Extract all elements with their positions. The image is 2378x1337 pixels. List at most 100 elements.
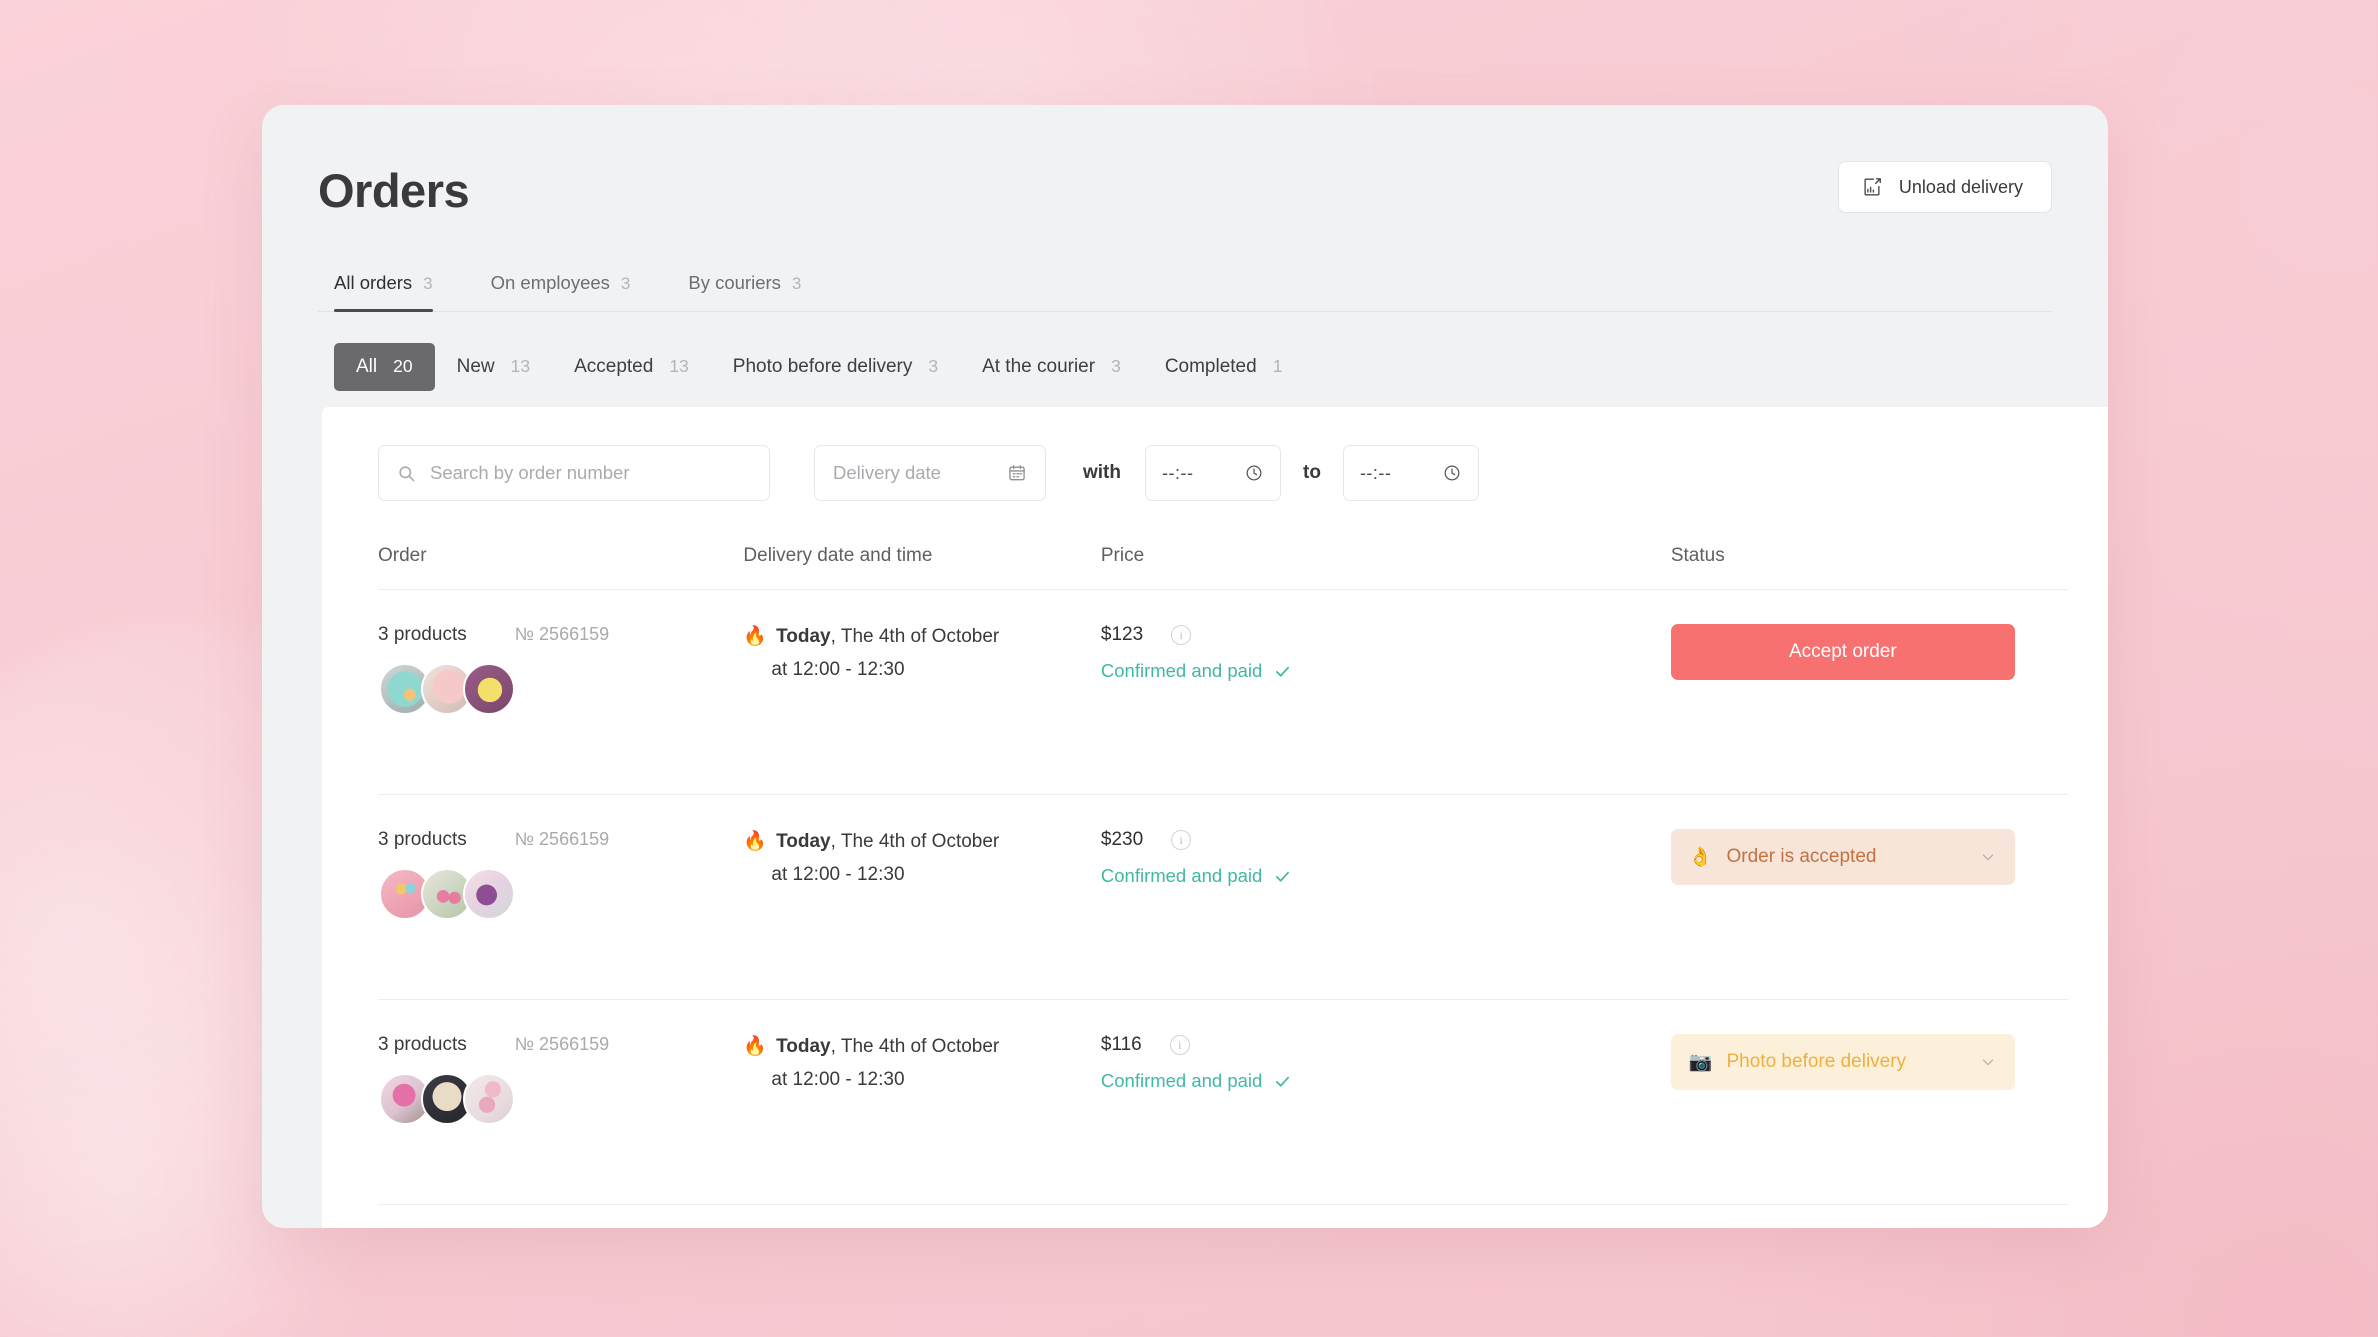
price-value: $230 [1100, 829, 1144, 850]
chip-accepted[interactable]: Accepted 13 [552, 343, 711, 391]
info-icon[interactable]: i [1169, 1035, 1190, 1055]
search-field[interactable] [378, 445, 770, 501]
time-to-value: --:-- [1359, 462, 1392, 483]
avatar[interactable] [463, 663, 515, 715]
export-document-icon [1861, 176, 1883, 198]
tab-all-orders[interactable]: All orders 3 [334, 272, 433, 312]
column-header-price: Price [1100, 545, 1145, 566]
delivery-time: at 12:00 - 12:30 [771, 1069, 905, 1090]
delivery-cell: 🔥 Today, The 4th of October at 12:00 - 1… [743, 624, 1100, 681]
order-number: № 2566159 [514, 829, 610, 849]
clock-icon[interactable] [1442, 463, 1462, 483]
chip-all-count: 20 [393, 356, 413, 376]
payment-status: Confirmed and paid [1101, 865, 1671, 887]
search-input[interactable] [430, 462, 751, 484]
avatar[interactable] [463, 1073, 515, 1125]
delivery-date-line: 🔥 Today, The 4th of October [743, 829, 1100, 853]
order-head: 3 products № 2566159 [378, 624, 743, 646]
status-cell: 👌 Order is accepted [1670, 829, 2068, 885]
order-cell: 3 products № 2566159 [378, 829, 743, 920]
order-head: 3 products № 2566159 [378, 829, 743, 851]
unload-delivery-button[interactable]: Unload delivery [1837, 161, 2052, 213]
order-products-count: 3 products [378, 829, 467, 850]
tab-by-couriers[interactable]: By couriers 3 [688, 272, 801, 311]
table-row[interactable]: 3 products № 2566159 🔥 Today, The 4th of… [378, 795, 2068, 1000]
price-cell: $123 i Confirmed and paid [1101, 624, 1671, 682]
fire-icon: 🔥 [743, 626, 768, 647]
time-to-field[interactable]: --:-- [1342, 445, 1479, 501]
table-header-row: Order Delivery date and time Price Statu… [378, 531, 2068, 590]
chip-at-the-courier-count: 3 [1111, 356, 1121, 376]
price-value: $116 [1100, 1034, 1142, 1055]
tab-by-couriers-label: By couriers [688, 272, 781, 293]
tabs-bar: All orders 3 On employees 3 By couriers … [318, 272, 2052, 312]
product-avatars[interactable] [378, 868, 743, 920]
delivery-day: Today [776, 1036, 831, 1057]
delivery-day: Today [776, 831, 831, 852]
delivery-time: at 12:00 - 12:30 [771, 659, 905, 680]
tab-by-couriers-count: 3 [791, 274, 802, 293]
chip-at-the-courier[interactable]: At the courier 3 [960, 343, 1143, 391]
chevron-down-icon[interactable] [1979, 1053, 1997, 1071]
chevron-down-icon[interactable] [1979, 848, 1997, 866]
orders-table: Order Delivery date and time Price Statu… [378, 531, 2068, 1205]
status-filter-chips: All 20 New 13 Accepted 13 Photo before d… [318, 343, 2052, 391]
fire-icon: 🔥 [743, 831, 768, 852]
tab-on-employees-count: 3 [620, 274, 631, 293]
time-from-value: --:-- [1162, 462, 1194, 483]
price-cell: $230 i Confirmed and paid [1101, 829, 1671, 887]
order-products-count: 3 products [378, 624, 467, 645]
status-dropdown-order-accepted[interactable]: 👌 Order is accepted [1670, 829, 2015, 885]
delivery-date: , The 4th of October [830, 626, 1000, 647]
avatar[interactable] [463, 868, 515, 920]
time-from-field[interactable]: --:-- [1145, 445, 1281, 501]
accept-order-button[interactable]: Accept order [1670, 624, 2015, 680]
payment-status-label: Confirmed and paid [1100, 660, 1263, 681]
chip-photo-before-delivery[interactable]: Photo before delivery 3 [711, 343, 960, 391]
orders-card: Orders Unload delivery All orders 3 On e… [262, 105, 2108, 1228]
chip-completed-count: 1 [1272, 356, 1283, 376]
table-row[interactable]: 3 products № 2566159 🔥 Today, The 4th of… [378, 590, 2068, 795]
tab-all-orders-label: All orders [334, 272, 413, 293]
payment-status: Confirmed and paid [1101, 1070, 1671, 1092]
page-title: Orders [318, 164, 470, 217]
table-row[interactable]: 3 products № 2566159 🔥 Today, The 4th of… [378, 1000, 2068, 1205]
delivery-date: , The 4th of October [830, 831, 1000, 852]
status-label: Order is accepted [1726, 846, 1877, 867]
product-avatars[interactable] [378, 663, 743, 715]
calendar-icon[interactable] [1007, 463, 1027, 483]
order-products-count: 3 products [378, 1034, 467, 1055]
chip-new[interactable]: New 13 [435, 343, 552, 391]
chip-accepted-label: Accepted [574, 356, 654, 377]
product-avatars[interactable] [378, 1073, 743, 1125]
tab-on-employees[interactable]: On employees 3 [491, 272, 631, 311]
status-dropdown-photo-before-delivery[interactable]: 📷 Photo before delivery [1670, 1034, 2015, 1090]
status-cell: 📷 Photo before delivery [1670, 1034, 2068, 1090]
payment-status-label: Confirmed and paid [1100, 1070, 1263, 1091]
chip-completed-label: Completed [1164, 356, 1257, 377]
column-header-delivery-date: Delivery date and time [743, 545, 933, 566]
order-cell: 3 products № 2566159 [378, 624, 743, 715]
tab-all-orders-count: 3 [423, 274, 433, 293]
search-icon [397, 464, 416, 483]
check-icon [1274, 868, 1291, 885]
camera-icon: 📷 [1688, 1052, 1713, 1073]
price-top: $123 i [1101, 624, 1671, 646]
payment-status: Confirmed and paid [1101, 660, 1671, 682]
delivery-date-line: 🔥 Today, The 4th of October [743, 624, 1100, 648]
delivery-date-field[interactable]: Delivery date [814, 445, 1046, 501]
order-number: № 2566159 [514, 624, 610, 644]
filters-row: Delivery date with --:-- [378, 445, 2068, 531]
check-icon [1274, 663, 1291, 680]
info-icon[interactable]: i [1171, 625, 1192, 645]
chip-completed[interactable]: Completed 1 [1143, 343, 1305, 391]
chip-all-label: All [356, 356, 378, 377]
header-top-row: Orders Unload delivery [318, 161, 2052, 214]
info-icon[interactable]: i [1171, 830, 1192, 850]
delivery-time: at 12:00 - 12:30 [771, 864, 905, 885]
chip-all[interactable]: All 20 [334, 343, 435, 391]
clock-icon[interactable] [1244, 463, 1264, 483]
delivery-cell: 🔥 Today, The 4th of October at 12:00 - 1… [743, 1034, 1100, 1091]
price-value: $123 [1100, 624, 1144, 645]
order-cell: 3 products № 2566159 [378, 1034, 743, 1125]
